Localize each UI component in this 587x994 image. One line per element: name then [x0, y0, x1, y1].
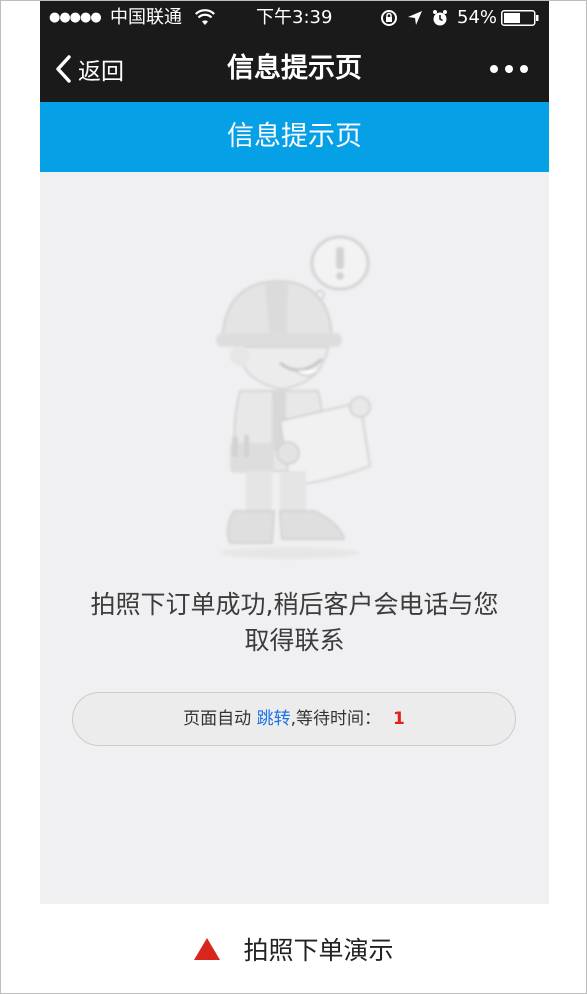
alarm-icon	[433, 10, 447, 26]
red-triangle-icon	[194, 938, 221, 960]
success-message: 拍照下订单成功,稍后客户会电话与您 取得联系	[60, 587, 529, 659]
redirect-prefix: 页面自动	[183, 709, 257, 729]
caption: 拍照下单演示	[1, 927, 586, 971]
message-line-1: 拍照下订单成功,稍后客户会电话与您	[90, 590, 499, 619]
caption-text: 拍照下单演示	[243, 936, 394, 965]
signal-dots-icon: ●●●●●	[49, 10, 102, 25]
page: ●●●●● 中国联通 下午3:39 54% 返回 信息提示页 信息提示页 拍照下…	[0, 0, 587, 994]
nav-bar: 返回 信息提示页	[40, 35, 549, 102]
battery-icon	[501, 10, 539, 26]
orientation-lock-icon	[381, 10, 397, 26]
redirect-link[interactable]: 跳转	[257, 709, 291, 729]
countdown-value: 1	[392, 709, 405, 729]
status-bar: ●●●●● 中国联通 下午3:39 54%	[40, 1, 549, 35]
wifi-icon	[195, 9, 215, 25]
redirect-notice: 页面自动 跳转,等待时间： 1	[72, 692, 516, 746]
worker-with-blueprint-icon	[216, 235, 372, 559]
redirect-suffix: ,等待时间：	[290, 709, 381, 729]
battery-percent: 54%	[457, 7, 498, 28]
back-label: 返回	[78, 59, 124, 85]
more-dots-icon[interactable]	[489, 59, 529, 79]
page-header: 信息提示页	[40, 102, 549, 172]
status-time: 下午3:39	[256, 7, 333, 28]
phone-screen: ●●●●● 中国联通 下午3:39 54% 返回 信息提示页 信息提示页 拍照下…	[40, 1, 549, 904]
back-button[interactable]: 返回	[54, 49, 124, 89]
carrier-name: 中国联通	[110, 7, 182, 28]
location-arrow-icon	[408, 11, 422, 25]
chevron-left-icon	[56, 55, 71, 83]
message-line-2: 取得联系	[244, 626, 345, 655]
